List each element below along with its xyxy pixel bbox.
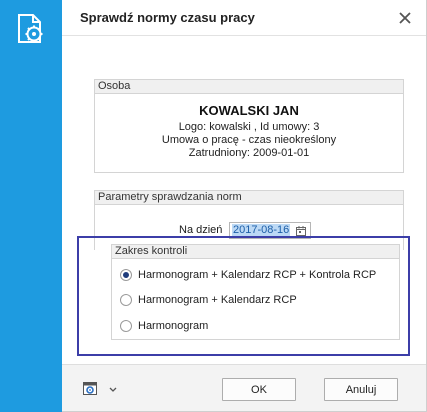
person-group-header: Osoba	[95, 80, 403, 94]
ok-button[interactable]: OK	[222, 378, 296, 401]
params-group-header: Parametry sprawdzania norm	[95, 191, 403, 205]
scope-option-label: Harmonogram	[138, 320, 209, 332]
sidebar	[0, 0, 62, 412]
person-name: KOWALSKI JAN	[199, 103, 299, 118]
person-login-line: Logo: kowalski , Id umowy: 3	[178, 121, 320, 133]
radio-button-selected[interactable]	[120, 269, 132, 281]
calendar-icon[interactable]	[296, 226, 306, 236]
title-bar: Sprawdź normy czasu pracy	[62, 0, 426, 36]
check-norms-dialog: Sprawdź normy czasu pracy Osoba KOWALSKI…	[62, 0, 427, 412]
dialog-title: Sprawdź normy czasu pracy	[80, 10, 255, 25]
document-gear-icon	[18, 14, 43, 43]
close-icon[interactable]	[398, 11, 412, 25]
scope-group-header: Zakres kontroli	[112, 245, 399, 259]
person-group: Osoba KOWALSKI JAN Logo: kowalski , Id u…	[94, 79, 404, 173]
chevron-down-icon	[109, 387, 117, 392]
scope-option-label: Harmonogram + Kalendarz RCP	[138, 294, 297, 306]
tools-menu-button[interactable]	[82, 380, 124, 398]
scope-option-label: Harmonogram + Kalendarz RCP + Kontrola R…	[138, 269, 377, 281]
person-hired-line: Zatrudniony: 2009-01-01	[188, 147, 310, 159]
radio-button[interactable]	[120, 320, 132, 332]
calendar-gear-icon	[83, 382, 117, 395]
dialog-footer: OK Anuluj	[62, 364, 426, 411]
person-contract-line: Umowa o pracę - czas nieokreślony	[161, 134, 337, 146]
radio-button[interactable]	[120, 294, 132, 306]
scope-group: Zakres kontroli Harmonogram + Kalendarz …	[111, 244, 400, 340]
cancel-button[interactable]: Anuluj	[324, 378, 398, 401]
date-label: Na dzień	[179, 224, 223, 236]
